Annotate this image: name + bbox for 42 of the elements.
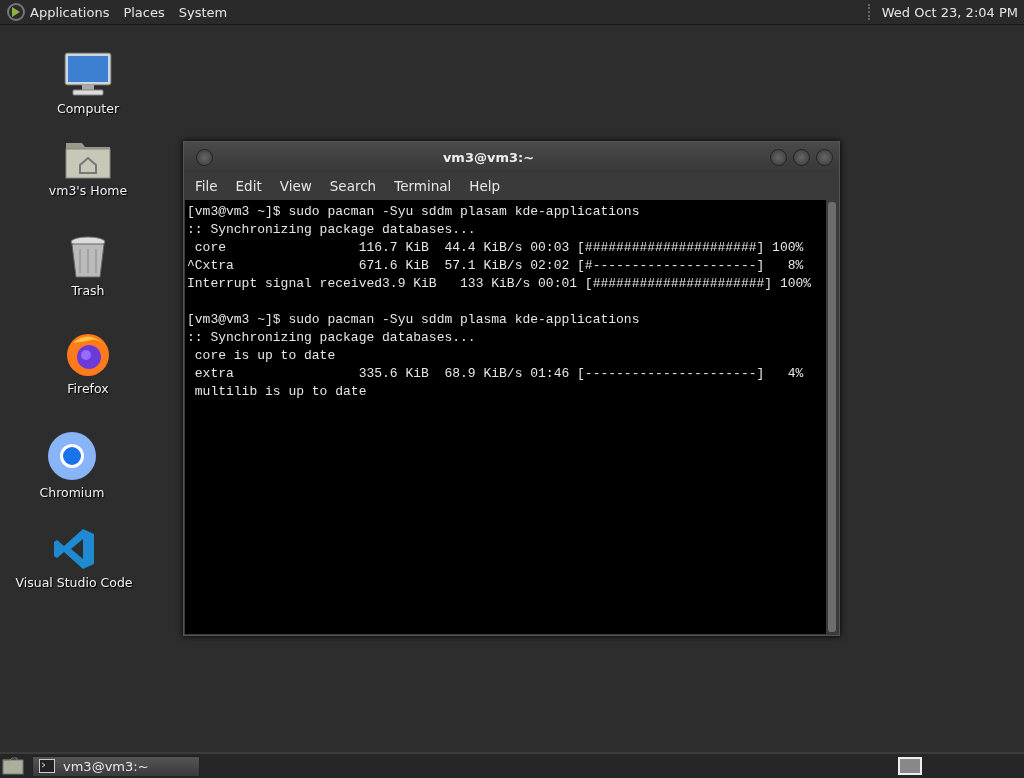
terminal-line: core 116.7 KiB 44.4 KiB/s 00:03 [######################] 100% xyxy=(193,239,805,257)
workspace-switcher[interactable] xyxy=(898,757,922,775)
maximize-button[interactable] xyxy=(793,148,810,166)
trash-icon xyxy=(68,235,108,279)
terminal-line: :: Synchronizing package databases... xyxy=(187,221,477,239)
minimize-button[interactable] xyxy=(770,148,787,166)
desktop-icon-label[interactable]: Firefox xyxy=(67,381,109,396)
distro-logo-icon[interactable] xyxy=(6,2,26,22)
menu-item[interactable]: Edit xyxy=(226,178,271,194)
terminal-line: [vm3@vm3 ~]$ sudo pacman -Syu sddm plasma kde-applications xyxy=(187,311,641,329)
title-bar[interactable]: vm3@vm3:~ xyxy=(184,142,839,172)
terminal-line: [vm3@vm3 ~]$ sudo pacman -Syu sddm plasam kde-applications xyxy=(187,203,641,221)
code-editor-icon xyxy=(52,527,96,571)
menu-item[interactable]: View xyxy=(270,178,321,194)
terminal-line: :: Synchronizing package databases... xyxy=(187,329,477,347)
terminal-line: multilib is up to date xyxy=(193,383,368,401)
taskbar-task-button[interactable]: vm3@vm3:~ xyxy=(32,755,200,777)
clock[interactable]: Wed Oct 23, 2:04 PM xyxy=(881,4,1018,20)
close-button[interactable] xyxy=(816,148,833,166)
desktop-icon-label[interactable]: Trash xyxy=(71,283,105,298)
panel-menu[interactable]: Places xyxy=(123,4,165,20)
desktop-icon-label[interactable]: Chromium xyxy=(39,485,105,500)
menu-item[interactable]: Help xyxy=(460,178,510,194)
desktop-icon-label[interactable]: Visual Studio Code xyxy=(15,575,133,590)
panel-menu[interactable]: Applications xyxy=(30,4,110,20)
menu-item[interactable]: Search xyxy=(320,178,386,194)
terminal-line: Interrupt signal received3.9 KiB 133 KiB/s 00:01 [######################] 100% xyxy=(187,275,813,293)
desktop-icon-label[interactable]: vm3's Home xyxy=(48,183,128,198)
menu-item[interactable]: Terminal xyxy=(385,178,461,194)
terminal-line: core is up to date xyxy=(193,347,337,365)
computer-icon xyxy=(63,51,113,97)
terminal-icon xyxy=(39,759,55,773)
terminal-line: ^Cxtra 671.6 KiB 57.1 KiB/s 02:02 [#---------------------] 8% xyxy=(187,257,805,275)
show-desktop-icon[interactable] xyxy=(2,757,24,775)
menu-item[interactable]: File xyxy=(186,178,227,194)
terminal-line: extra 335.6 KiB 68.9 KiB/s 01:46 [----------------------] 4% xyxy=(193,365,805,383)
desktop-icon-label[interactable]: Computer xyxy=(56,101,120,116)
panel-menu[interactable]: System xyxy=(178,4,228,20)
chromium-icon xyxy=(47,431,97,481)
window-title: vm3@vm3:~ xyxy=(441,149,536,165)
firefox-icon xyxy=(65,331,111,377)
window-menu-button[interactable] xyxy=(196,148,213,166)
